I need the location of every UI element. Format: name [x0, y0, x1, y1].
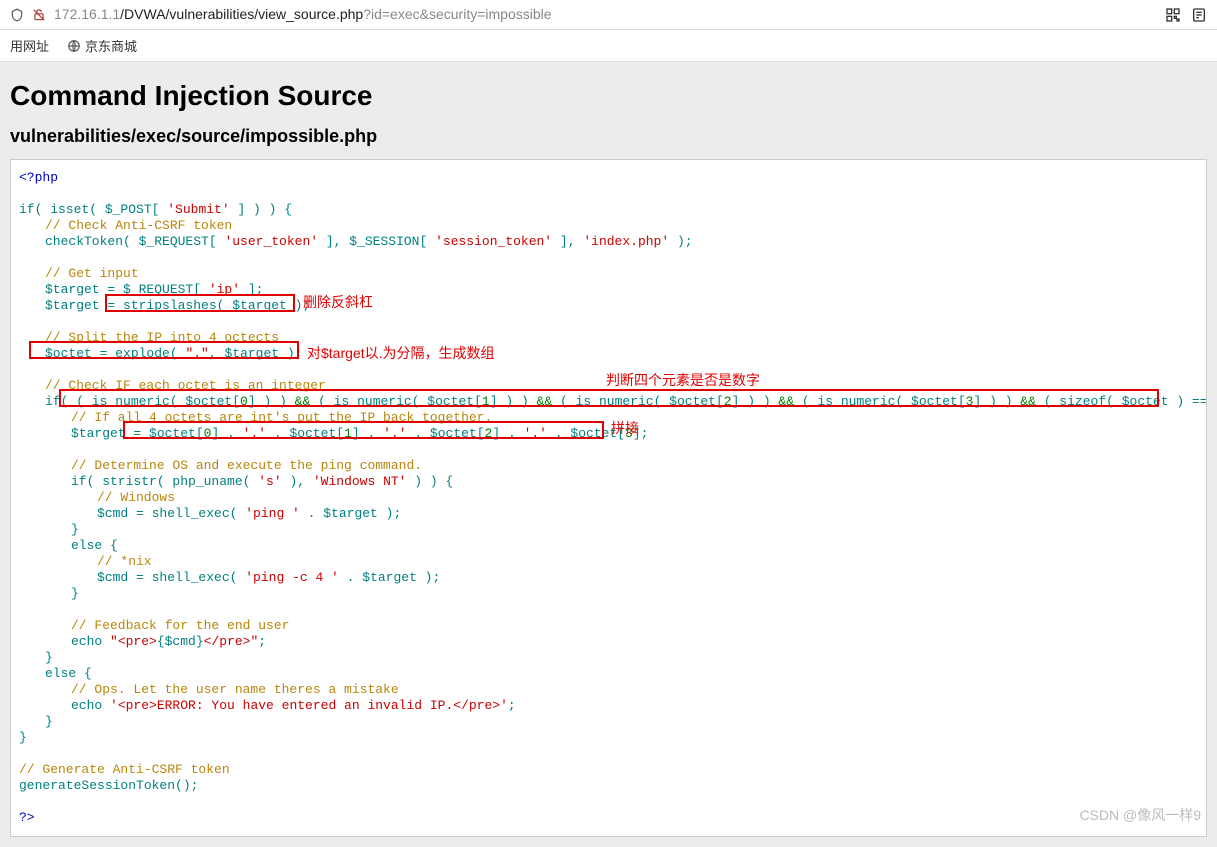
annotation-text-3: 判断四个元素是否是数字 [606, 372, 760, 388]
bookmark-item-jd[interactable]: 京东商城 [63, 36, 137, 55]
qr-icon[interactable] [1165, 6, 1181, 23]
page-subtitle: vulnerabilities/exec/source/impossible.p… [10, 126, 1207, 147]
shield-icon [10, 7, 24, 23]
page-content: Command Injection Source vulnerabilities… [0, 62, 1217, 847]
annotation-text-2: 对$target以.为分隔，生成数组 [307, 345, 494, 361]
browser-address-bar[interactable]: 172.16.1.1/DVWA/vulnerabilities/view_sou… [0, 0, 1217, 30]
page-title: Command Injection Source [10, 80, 1207, 112]
bookmark-item[interactable]: 用网址 [10, 36, 49, 55]
annotation-text-4: 拼接 [611, 420, 639, 436]
globe-icon [67, 37, 81, 53]
lock-broken-icon [32, 7, 46, 23]
source-code-block: <?php if( isset( $_POST[ 'Submit' ] ) ) … [10, 159, 1207, 837]
watermark: CSDN @像风一样9 [1079, 805, 1201, 825]
reader-icon[interactable] [1191, 6, 1207, 23]
url-field[interactable]: 172.16.1.1/DVWA/vulnerabilities/view_sou… [54, 6, 1165, 22]
annotation-text-1: 删除反斜杠 [303, 294, 373, 310]
bookmark-bar: 用网址 京东商城 [0, 30, 1217, 62]
